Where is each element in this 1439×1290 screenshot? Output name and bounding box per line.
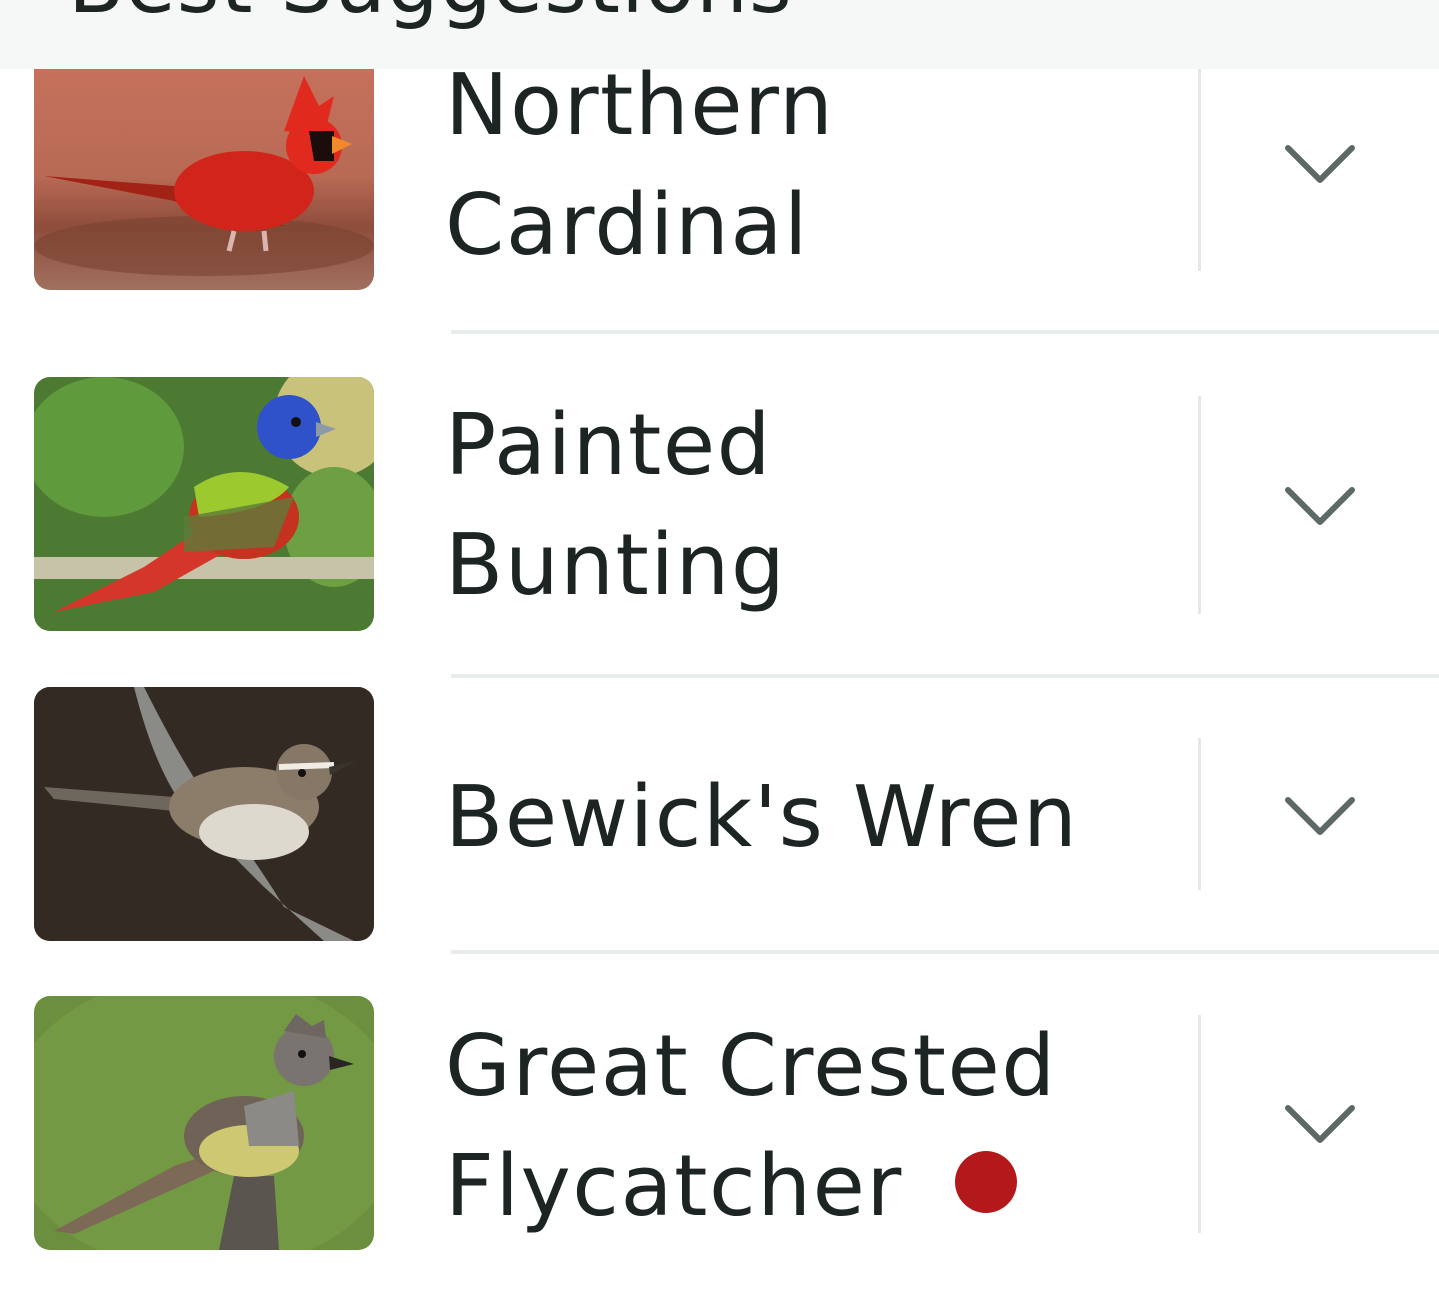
bewicks-wren-photo[interactable]	[34, 687, 374, 941]
chevron-down-icon[interactable]	[1282, 484, 1358, 530]
chevron-down-icon[interactable]	[1282, 794, 1358, 840]
suggestion-row-painted-bunting[interactable]: Painted Bunting	[0, 334, 1439, 678]
bird-name-line2: Cardinal	[445, 176, 810, 275]
chevron-down-icon[interactable]	[1282, 1102, 1358, 1148]
painted-bunting-photo[interactable]	[34, 377, 374, 631]
bird-name-line2: Bunting	[445, 516, 787, 615]
bird-name: Great Crested Flycatcher	[445, 1007, 1185, 1247]
section-header-label: Best Suggestions	[68, 0, 793, 26]
bird-suggestions-list: Best Suggestions	[0, 0, 1439, 1290]
great-crested-flycatcher-photo[interactable]	[34, 996, 374, 1250]
row-divider-vertical	[1198, 738, 1201, 890]
bird-name-line2: Flycatcher	[445, 1127, 1185, 1247]
bird-name: Bewick's Wren	[445, 758, 1185, 878]
bird-name: Northern Cardinal	[445, 46, 1185, 286]
suggestion-row-bewicks-wren[interactable]: Bewick's Wren	[0, 678, 1439, 954]
status-dot	[954, 1150, 1017, 1213]
row-divider-vertical	[1198, 396, 1201, 614]
northern-cardinal-photo[interactable]	[34, 36, 374, 290]
bird-name: Painted Bunting	[445, 386, 1185, 626]
row-divider-vertical	[1198, 1015, 1201, 1233]
bird-name-line1: Great Crested	[445, 1017, 1057, 1116]
section-header: Best Suggestions	[0, 0, 1439, 69]
row-divider-vertical	[1198, 69, 1201, 271]
bird-name-line1: Bewick's Wren	[445, 768, 1079, 867]
bird-name-line1: Painted	[445, 396, 773, 495]
suggestion-row-great-crested-flycatcher[interactable]: Great Crested Flycatcher	[0, 954, 1439, 1290]
chevron-down-icon[interactable]	[1282, 142, 1358, 188]
bird-name-line2-text: Flycatcher	[445, 1137, 903, 1236]
